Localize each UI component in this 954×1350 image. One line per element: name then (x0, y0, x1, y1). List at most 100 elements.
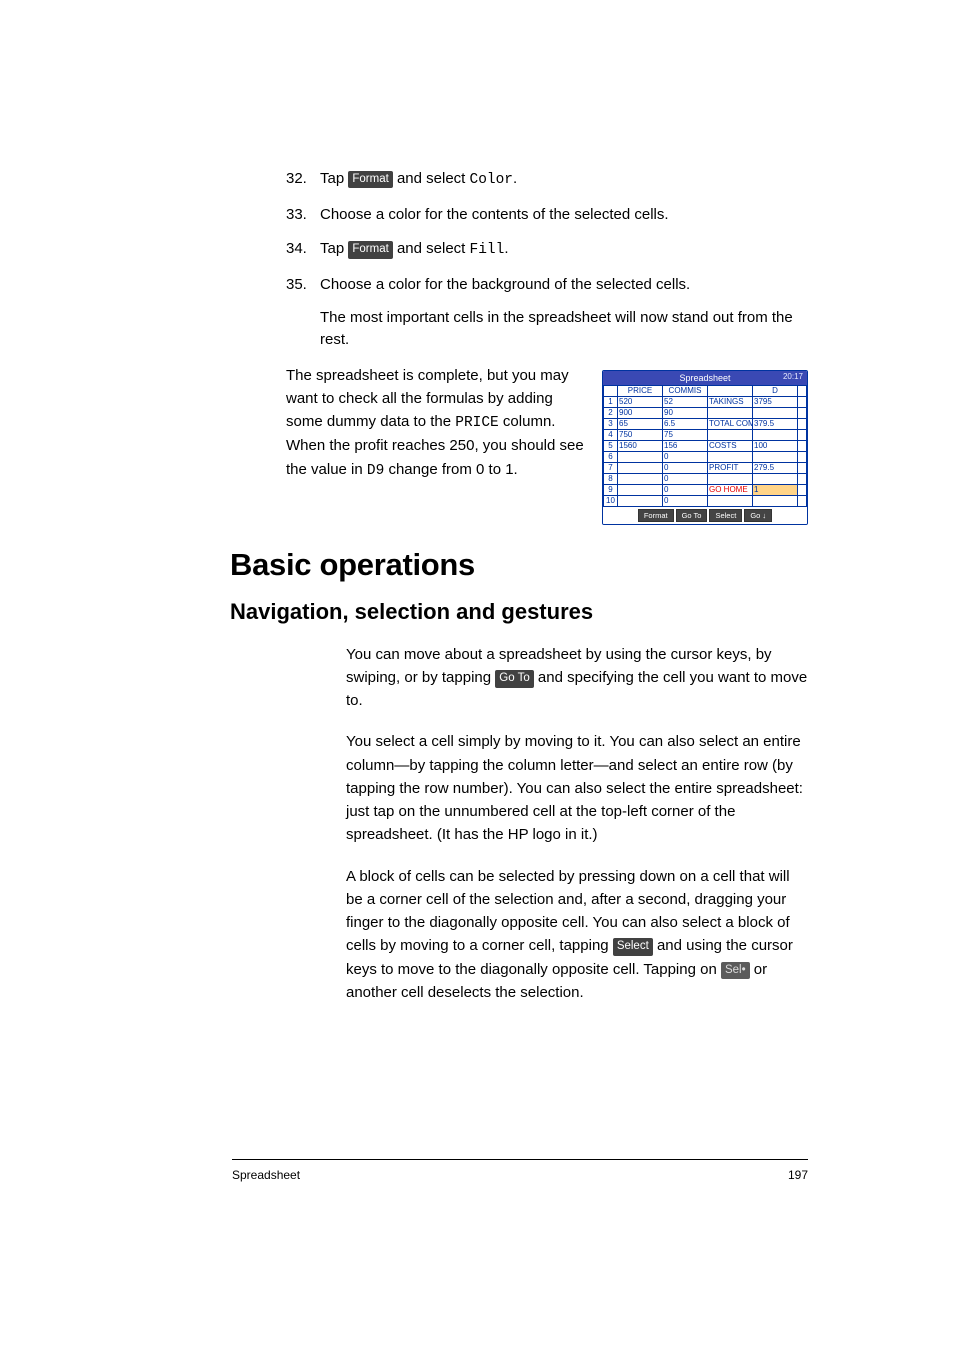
code-fill: Fill (470, 242, 505, 258)
cell: 156 (663, 440, 708, 451)
cell: 379.5 (753, 418, 798, 429)
step-33: 33. Choose a color for the contents of t… (286, 204, 808, 227)
row-number: 6 (604, 451, 618, 462)
softkey: Format (638, 509, 674, 522)
cell (618, 484, 663, 495)
cell (708, 495, 753, 506)
softkey-row: FormatGo ToSelectGo ↓ (603, 507, 807, 524)
cell: TOTAL COMMIS (708, 418, 753, 429)
table-row: 475075 (604, 429, 807, 440)
goto-button-label: Go To (495, 670, 533, 688)
row-number: 1 (604, 396, 618, 407)
step-34: 34. Tap Format and select Fill. (286, 238, 808, 262)
cell: COSTS (708, 440, 753, 451)
table-row: 152052TAKINGS3795 (604, 396, 807, 407)
cell (798, 396, 807, 407)
cell (618, 462, 663, 473)
row-number: 8 (604, 473, 618, 484)
corner-cell (604, 385, 618, 396)
cell: 3795 (753, 396, 798, 407)
step-text: Tap Format and select Color. (320, 170, 517, 187)
cell: 100 (753, 440, 798, 451)
cell: 75 (663, 429, 708, 440)
select-button-label: Select (613, 938, 653, 956)
format-button-label: Format (348, 241, 392, 258)
footer-rule (232, 1159, 808, 1160)
col-e (798, 385, 807, 396)
cell: 0 (663, 473, 708, 484)
screenshot-titlebar: Spreadsheet 20:17 (603, 371, 807, 385)
body-para-2: You select a cell simply by moving to it… (346, 730, 808, 846)
table-row: 90GO HOME1 (604, 484, 807, 495)
cell: 52 (663, 396, 708, 407)
table-row: 10 0 (604, 495, 807, 506)
step-text: Tap Format and select Fill. (320, 240, 508, 257)
row-number: 3 (604, 418, 618, 429)
cell (798, 440, 807, 451)
embedded-screenshot: Spreadsheet 20:17 PRICECOMMISD152052TAKI… (602, 370, 808, 525)
para-with-screenshot: The spreadsheet is complete, but you may… (286, 366, 808, 525)
page-footer: Spreadsheet 197 (232, 1168, 808, 1182)
cell (753, 473, 798, 484)
spreadsheet-table: PRICECOMMISD152052TAKINGS37952900903656.… (603, 385, 807, 507)
code-color: Color (470, 172, 514, 188)
row-number: 9 (604, 484, 618, 495)
step-32: 32. Tap Format and select Color. (286, 168, 808, 192)
step-text: Choose a color for the contents of the s… (320, 206, 669, 223)
table-row: 60 (604, 451, 807, 462)
cell: GO HOME (708, 484, 753, 495)
table-row: 3656.5TOTAL COMMIS379.5 (604, 418, 807, 429)
footer-left: Spreadsheet (232, 1168, 300, 1182)
cell (708, 451, 753, 462)
cell (618, 495, 663, 506)
row-number: 2 (604, 407, 618, 418)
step-number: 34. (286, 238, 316, 261)
para-text: The spreadsheet is complete, but you may… (286, 364, 586, 483)
cell (798, 462, 807, 473)
cell: 6.5 (663, 418, 708, 429)
col-b: COMMIS (663, 385, 708, 396)
cell (798, 407, 807, 418)
col-c (708, 385, 753, 396)
cell: 279.5 (753, 462, 798, 473)
cell (753, 407, 798, 418)
screenshot-title: Spreadsheet (679, 373, 730, 383)
col-d: D (753, 385, 798, 396)
cell (798, 418, 807, 429)
cell: 0 (663, 495, 708, 506)
softkey: Go ↓ (744, 509, 772, 522)
row-number: 10 (604, 495, 618, 506)
step-text: Choose a color for the background of the… (320, 276, 690, 293)
cell (708, 473, 753, 484)
table-row: 70PROFIT279.5 (604, 462, 807, 473)
cell: PROFIT (708, 462, 753, 473)
step-number: 32. (286, 168, 316, 191)
cell (798, 473, 807, 484)
body-para-3: A block of cells can be selected by pres… (346, 865, 808, 1005)
cell: 520 (618, 396, 663, 407)
row-number: 5 (604, 440, 618, 451)
cell: 1 (753, 484, 798, 495)
cell (798, 495, 807, 506)
step-number: 35. (286, 274, 316, 297)
cell (618, 473, 663, 484)
subsection-heading: Navigation, selection and gestures (230, 599, 808, 625)
step-35: 35. Choose a color for the background of… (286, 274, 808, 352)
sel-dot-button-label: Sel• (721, 962, 750, 980)
cell: 750 (618, 429, 663, 440)
format-button-label: Format (348, 171, 392, 188)
screenshot-time: 20:17 (783, 371, 803, 383)
cell: 1560 (618, 440, 663, 451)
row-number: 4 (604, 429, 618, 440)
footer-right: 197 (788, 1168, 808, 1182)
cell: 900 (618, 407, 663, 418)
cell (798, 484, 807, 495)
cell: 0 (663, 451, 708, 462)
cell (798, 451, 807, 462)
step-subtext: The most important cells in the spreadsh… (320, 307, 808, 352)
step-number: 33. (286, 204, 316, 227)
cell (708, 429, 753, 440)
table-row: 290090 (604, 407, 807, 418)
code-d9: D9 (367, 463, 384, 479)
cell (618, 451, 663, 462)
